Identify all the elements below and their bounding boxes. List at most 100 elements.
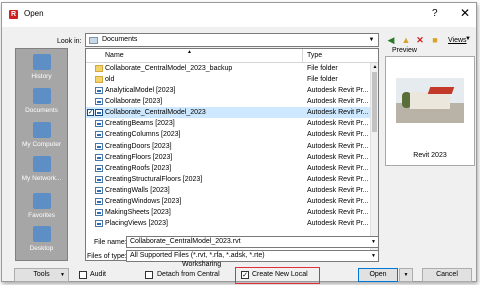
filetype-label: Files of type: — [87, 253, 127, 260]
place-favorites[interactable]: Favorites — [16, 193, 67, 219]
file-name: CreatingColumns [2023] — [105, 131, 181, 139]
worksharing-label: Worksharing — [182, 261, 222, 268]
place-desktop[interactable]: Desktop — [16, 226, 67, 252]
places-bar: History Documents My Computer My Network… — [15, 48, 68, 261]
delete-icon[interactable]: ✕ — [415, 35, 425, 45]
new-folder-icon[interactable]: ■ — [430, 35, 440, 45]
lookin-dropdown[interactable]: Documents ▼ — [85, 33, 379, 47]
back-icon[interactable]: ◀ — [386, 35, 396, 45]
chevron-down-icon[interactable]: ▼ — [371, 237, 376, 247]
table-row[interactable]: AnalyticalModel [2023] Autodesk Revit Pr.… — [86, 85, 372, 96]
file-list[interactable]: ▲ Name Type Collaborate_CentralModel_202… — [85, 48, 379, 261]
file-name: AnalyticalModel [2023] — [105, 87, 176, 95]
chevron-down-icon[interactable]: ▼ — [371, 251, 376, 261]
table-row[interactable]: Collaborate_CentralModel_2023_backup File… — [86, 63, 372, 74]
file-name: CreatingWalls [2023] — [105, 186, 170, 194]
preview-caption: Revit 2023 — [413, 152, 447, 159]
place-my-network[interactable]: My Network... — [16, 156, 67, 182]
file-type: Autodesk Revit Pr... — [307, 120, 369, 128]
file-type: Autodesk Revit Pr... — [307, 87, 369, 95]
table-row[interactable]: CreatingStructuralFloors [2023] Autodesk … — [86, 174, 372, 185]
place-label: My Computer — [21, 141, 61, 148]
audit-label: Audit — [90, 271, 106, 278]
sort-arrow-icon: ▲ — [187, 49, 192, 55]
file-type: Autodesk Revit Pr... — [307, 98, 369, 106]
file-type: Autodesk Revit Pr... — [307, 164, 369, 172]
tools-label: Tools — [33, 271, 50, 278]
chevron-down-icon: ▼ — [60, 272, 65, 278]
documents-folder-icon — [89, 37, 98, 44]
file-name: CreatingDoors [2023] — [105, 142, 172, 150]
cancel-button[interactable]: Cancel — [422, 268, 472, 282]
close-button[interactable]: ✕ — [460, 6, 470, 20]
table-row[interactable]: CreatingRoofs [2023] Autodesk Revit Pr... — [86, 163, 372, 174]
scroll-up-icon[interactable]: ▲ — [371, 63, 379, 71]
lookin-value: Documents — [102, 36, 138, 43]
column-header-type[interactable]: Type — [307, 52, 322, 59]
tools-button[interactable]: Tools ▼ — [14, 268, 69, 282]
chevron-down-icon[interactable]: ▼ — [365, 34, 378, 46]
revit-file-icon — [95, 197, 103, 205]
open-dialog: R Open ? ✕ Look in: Documents ▼ ◀ ▲ ✕ ■ … — [1, 2, 477, 284]
title-bar: R Open ? ✕ — [2, 3, 476, 27]
open-options-button[interactable]: ▼ — [399, 268, 413, 282]
table-row[interactable]: Collaborate [2023] Autodesk Revit Pr... — [86, 96, 372, 107]
detach-from-central-label: Detach from Central — [157, 271, 220, 278]
place-my-computer[interactable]: My Computer — [16, 122, 67, 148]
table-row[interactable]: CreatingFloors [2023] Autodesk Revit Pr..… — [86, 152, 372, 163]
revit-file-icon — [95, 153, 103, 161]
filename-input[interactable]: Collaborate_CentralModel_2023.rvt ▼ — [126, 236, 379, 248]
revit-file-icon — [95, 120, 103, 128]
row-checkbox-icon: ✓ — [87, 109, 94, 117]
file-name: CreatingStructuralFloors [2023] — [105, 175, 203, 183]
file-name: old — [105, 76, 115, 84]
column-divider[interactable] — [302, 49, 303, 63]
column-header-name[interactable]: Name — [105, 52, 124, 59]
preview-thumbnail — [396, 78, 464, 123]
views-menu[interactable]: Views — [448, 37, 467, 44]
file-type: Autodesk Revit Pr... — [307, 109, 369, 117]
file-name: PlacingViews [2023] — [105, 220, 168, 228]
table-row[interactable]: CreatingWindows [2023] Autodesk Revit Pr.… — [86, 196, 372, 207]
up-folder-icon[interactable]: ▲ — [401, 35, 411, 45]
place-label: Documents — [25, 107, 58, 114]
file-type: Autodesk Revit Pr... — [307, 220, 369, 228]
file-name: CreatingBeams [2023] — [105, 120, 175, 128]
revit-file-icon — [95, 87, 103, 95]
detach-from-central-checkbox[interactable] — [145, 271, 153, 279]
lookin-label: Look in: — [57, 38, 82, 45]
cancel-label: Cancel — [436, 271, 458, 278]
revit-file-icon — [95, 186, 103, 194]
revit-file-icon — [95, 164, 103, 172]
table-row[interactable]: MakingSheets [2023] Autodesk Revit Pr... — [86, 207, 372, 218]
file-type: File folder — [307, 65, 338, 72]
views-chevron-icon[interactable]: ▼ — [465, 36, 471, 42]
revit-app-icon: R — [9, 10, 18, 19]
file-name: CreatingFloors [2023] — [105, 153, 173, 161]
table-row[interactable]: CreatingBeams [2023] Autodesk Revit Pr... — [86, 118, 372, 129]
place-documents[interactable]: Documents — [16, 88, 67, 114]
help-button[interactable]: ? — [432, 8, 438, 19]
network-icon — [32, 156, 51, 172]
vertical-scrollbar[interactable]: ▲ ▼ — [370, 63, 378, 260]
place-label: My Network... — [21, 175, 62, 182]
table-row[interactable]: CreatingDoors [2023] Autodesk Revit Pr... — [86, 141, 372, 152]
revit-file-icon — [95, 142, 103, 150]
folder-icon — [95, 65, 103, 72]
open-button[interactable]: Open — [358, 268, 398, 282]
audit-checkbox[interactable] — [79, 271, 87, 279]
scroll-thumb[interactable] — [372, 72, 377, 132]
place-history[interactable]: History — [16, 54, 67, 80]
file-type: Autodesk Revit Pr... — [307, 209, 369, 217]
preview-label: Preview — [392, 47, 417, 54]
file-name: Collaborate [2023] — [105, 98, 163, 106]
table-row[interactable]: CreatingWalls [2023] Autodesk Revit Pr... — [86, 185, 372, 196]
table-row-selected[interactable]: ✓ Collaborate_CentralModel_2023 Autodesk R… — [86, 107, 372, 119]
table-row[interactable]: old File folder — [86, 74, 372, 85]
filetype-dropdown[interactable]: All Supported Files (*.rvt, *.rfa, *.ads… — [126, 250, 379, 262]
file-name: MakingSheets [2023] — [105, 209, 171, 217]
table-row[interactable]: PlacingViews [2023] Autodesk Revit Pr... — [86, 218, 372, 229]
table-row[interactable]: CreatingColumns [2023] Autodesk Revit Pr.… — [86, 129, 372, 140]
documents-icon — [32, 88, 51, 104]
revit-file-icon — [95, 220, 103, 228]
